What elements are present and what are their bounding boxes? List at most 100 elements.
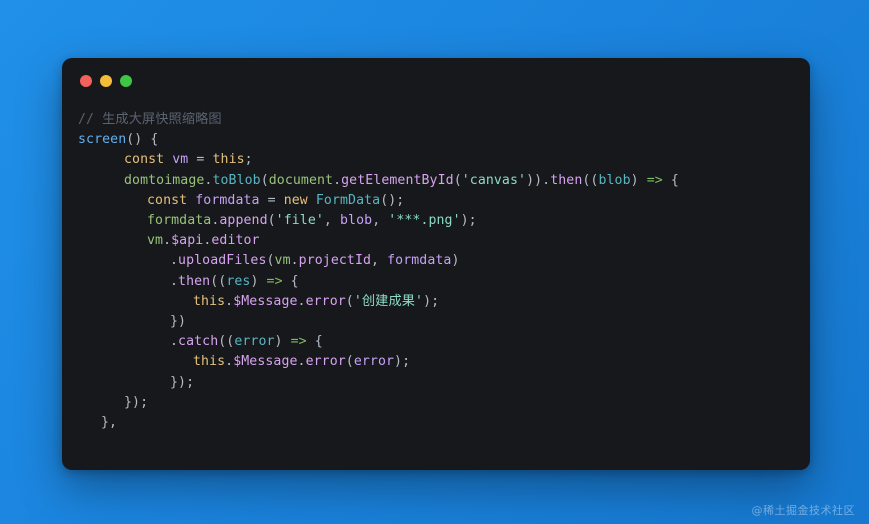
code-token: $api (171, 233, 204, 249)
code-token: this (193, 293, 226, 309)
code-token: blob (598, 172, 631, 188)
code-token: ( (453, 172, 462, 188)
code-token: res (226, 273, 251, 289)
code-line: this.$Message.error(error); (62, 352, 810, 372)
code-token: error (353, 354, 395, 370)
code-line: .catch((error) => { (62, 332, 810, 352)
code-token: . (170, 253, 179, 269)
code-token: )) (526, 172, 543, 188)
code-token: formdata (195, 192, 260, 208)
code-token: }, (101, 415, 118, 431)
code-line: vm.$api.editor (62, 231, 810, 251)
code-token: $Message (233, 293, 298, 309)
code-token: , (371, 253, 388, 269)
code-line: }); (62, 373, 810, 393)
code-window: // 生成大屏快照缩略图 screen() {const vm = this; do… (62, 58, 810, 470)
code-token: (); (380, 192, 405, 208)
code-token: . (542, 172, 551, 188)
code-line: }, (62, 413, 810, 433)
code-line: const vm = this; (62, 150, 810, 170)
code-token: . (297, 354, 306, 370)
code-token: ( (267, 213, 276, 229)
code-line: // 生成大屏快照缩略图 (62, 110, 810, 130)
code-token: blob (340, 213, 373, 229)
code-token: then (178, 273, 211, 289)
code-token: , (323, 213, 341, 229)
code-token: ) (451, 253, 460, 269)
code-token: ( (260, 172, 269, 188)
code-token: ) (250, 273, 267, 289)
code-token: new (283, 192, 308, 208)
code-token: ( (266, 253, 275, 269)
code-token: '***.png' (388, 213, 461, 229)
code-token: = (267, 192, 276, 208)
code-token: { (306, 334, 323, 350)
code-token: (( (582, 172, 599, 188)
code-token: error (234, 334, 275, 350)
code-token: ); (423, 293, 440, 309)
watermark-label: @稀土掘金技术社区 (751, 504, 855, 517)
code-line: screen() { (62, 130, 810, 150)
code-token: ( (345, 354, 354, 370)
code-token: $Message (233, 354, 298, 370)
code-token: getElementById (341, 172, 454, 188)
code-token: . (333, 172, 342, 188)
minimize-button[interactable] (100, 75, 112, 87)
code-token: error (305, 293, 346, 309)
code-token: this (212, 152, 245, 168)
code-token: 'canvas' (461, 172, 527, 188)
code-token: 'file' (275, 213, 324, 229)
code-line: }) (62, 312, 810, 332)
code-token: => (290, 334, 307, 350)
code-token: => (266, 273, 283, 289)
code-token: , (372, 213, 389, 229)
code-token: . (170, 334, 179, 350)
code-token: formdata (387, 253, 452, 269)
code-token: const (124, 152, 165, 168)
code-token: toBlob (212, 172, 261, 188)
code-token: . (225, 354, 234, 370)
code-token: projectId (298, 253, 372, 269)
window-titlebar (62, 58, 810, 104)
code-token: (( (210, 273, 227, 289)
maximize-button[interactable] (120, 75, 132, 87)
code-token: ) (630, 172, 647, 188)
code-token: . (163, 233, 172, 249)
code-token: ); (460, 213, 477, 229)
code-token: screen (78, 132, 127, 148)
code-line: this.$Message.error('创建成果'); (62, 292, 810, 312)
close-button[interactable] (80, 75, 92, 87)
code-token: }) (170, 314, 187, 330)
code-token: { (282, 273, 299, 289)
code-token: '创建成果' (353, 293, 424, 309)
code-token: this (193, 354, 226, 370)
code-line: }); (62, 393, 810, 413)
code-token: ( (345, 293, 354, 309)
code-token: }); (170, 374, 195, 390)
code-token: . (290, 253, 299, 269)
code-token: append (219, 213, 268, 229)
code-line: .uploadFiles(vm.projectId, formdata) (62, 251, 810, 271)
code-token: const (147, 192, 188, 208)
code-token: }); (124, 394, 149, 410)
code-token: domtoimage (124, 172, 205, 188)
screenshot-root: // 生成大屏快照缩略图 screen() {const vm = this; do… (0, 0, 869, 524)
code-token: . (225, 293, 234, 309)
code-line: formdata.append('file', blob, '***.png')… (62, 211, 810, 231)
code-block[interactable]: // 生成大屏快照缩略图 screen() {const vm = this; do… (62, 104, 810, 433)
code-token: editor (211, 233, 260, 249)
code-token: ); (394, 354, 411, 370)
code-token: catch (178, 334, 219, 350)
code-token: . (170, 273, 179, 289)
code-line: domtoimage.toBlob(document.getElementByI… (62, 171, 810, 191)
code-token: document (268, 172, 334, 188)
code-token: vm (274, 253, 291, 269)
code-line: .then((res) => { (62, 272, 810, 292)
code-token: ; (244, 152, 253, 168)
code-token: vm (147, 233, 164, 249)
code-token: then (550, 172, 583, 188)
code-token: formdata (147, 213, 212, 229)
code-token: . (297, 293, 306, 309)
